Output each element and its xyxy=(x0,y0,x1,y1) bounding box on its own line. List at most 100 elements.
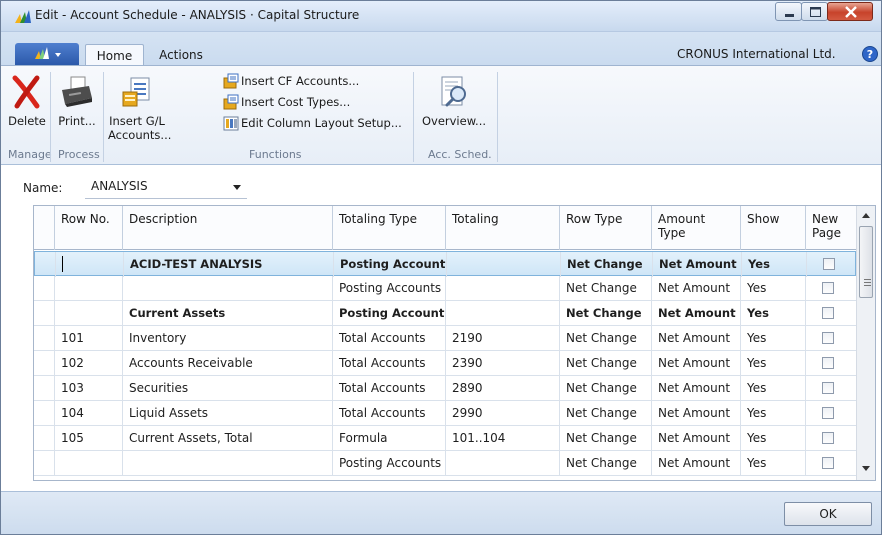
cell-show[interactable]: Yes xyxy=(741,451,806,476)
row-selector[interactable] xyxy=(35,252,56,277)
cell-description[interactable]: Accounts Receivable xyxy=(123,351,333,376)
header-row-no[interactable]: Row No. xyxy=(55,206,123,250)
header-totaling[interactable]: Totaling xyxy=(446,206,560,250)
cell-description[interactable]: Securities xyxy=(123,376,333,401)
cell-row-type[interactable]: Net Change xyxy=(560,426,652,451)
header-show[interactable]: Show xyxy=(741,206,806,250)
cell-show[interactable]: Yes xyxy=(741,376,806,401)
cell-description[interactable]: Current Assets, Total xyxy=(123,426,333,451)
cell-amount-type[interactable]: Net Amount xyxy=(652,376,741,401)
cell-amount-type[interactable]: Net Amount xyxy=(652,276,741,301)
cell-row-type[interactable]: Net Change xyxy=(560,376,652,401)
maximize-button[interactable] xyxy=(801,2,828,21)
table-row[interactable]: 105 Current Assets, Total Formula 101..104 N… xyxy=(34,426,856,451)
cell-show[interactable]: Yes xyxy=(741,326,806,351)
row-selector[interactable] xyxy=(34,351,55,376)
cell-totaling[interactable] xyxy=(446,301,560,326)
header-new-page[interactable]: New Page xyxy=(806,206,856,250)
cell-row-no[interactable]: 101 xyxy=(55,326,123,351)
new-page-checkbox[interactable] xyxy=(822,457,834,469)
application-menu-button[interactable] xyxy=(15,43,79,66)
header-row-type[interactable]: Row Type xyxy=(560,206,652,250)
cell-totaling[interactable] xyxy=(446,451,560,476)
cell-show[interactable]: Yes xyxy=(741,426,806,451)
insert-gl-accounts-button[interactable]: Insert G/L Accounts... xyxy=(108,74,171,142)
cell-totaling-type[interactable]: Total Accounts xyxy=(333,326,446,351)
scrollbar-thumb[interactable] xyxy=(859,226,873,298)
cell-row-no[interactable]: 103 xyxy=(55,376,123,401)
new-page-checkbox[interactable] xyxy=(823,258,835,270)
cell-amount-type[interactable]: Net Amount xyxy=(652,401,741,426)
ok-button[interactable]: OK xyxy=(784,502,872,526)
row-selector[interactable] xyxy=(34,401,55,426)
cell-show[interactable]: Yes xyxy=(741,401,806,426)
cell-totaling-type[interactable]: Posting Accounts xyxy=(333,451,446,476)
cell-totaling[interactable]: 2390 xyxy=(446,351,560,376)
cell-totaling-type[interactable]: Posting Accounts xyxy=(333,301,446,326)
cell-row-type[interactable]: Net Change xyxy=(560,401,652,426)
cell-amount-type[interactable]: Net Amount xyxy=(652,426,741,451)
help-icon[interactable]: ? xyxy=(862,46,878,62)
cell-row-type[interactable]: Net Change xyxy=(560,351,652,376)
cell-totaling-type[interactable]: Total Accounts xyxy=(333,401,446,426)
table-row[interactable]: Posting Accounts Net Change Net Amount Yes xyxy=(34,276,856,301)
cell-totaling[interactable] xyxy=(447,252,561,277)
tab-actions[interactable]: Actions xyxy=(151,44,211,67)
delete-button[interactable]: Delete xyxy=(7,74,47,128)
row-selector[interactable] xyxy=(34,276,55,301)
close-button[interactable] xyxy=(827,2,873,21)
table-row[interactable]: 102 Accounts Receivable Total Accounts 2390… xyxy=(34,351,856,376)
new-page-checkbox[interactable] xyxy=(822,357,834,369)
cell-row-no[interactable]: 104 xyxy=(55,401,123,426)
cell-totaling-type[interactable]: Posting Accounts xyxy=(334,252,447,277)
scroll-down-icon[interactable] xyxy=(862,466,870,471)
name-dropdown[interactable]: ANALYSIS xyxy=(85,175,247,199)
cell-show[interactable]: Yes xyxy=(741,301,806,326)
table-row[interactable]: 103 Securities Total Accounts 2890 Net Chang… xyxy=(34,376,856,401)
edit-column-layout-button[interactable]: Edit Column Layout Setup... xyxy=(223,114,408,132)
cell-description[interactable]: Inventory xyxy=(123,326,333,351)
cell-row-type[interactable]: Net Change xyxy=(560,451,652,476)
cell-amount-type[interactable]: Net Amount xyxy=(652,451,741,476)
header-description[interactable]: Description xyxy=(123,206,333,250)
row-selector[interactable] xyxy=(34,451,55,476)
cell-amount-type[interactable]: Net Amount xyxy=(652,301,741,326)
cell-description[interactable]: Current Assets xyxy=(123,301,333,326)
new-page-checkbox[interactable] xyxy=(822,382,834,394)
cell-totaling[interactable]: 2990 xyxy=(446,401,560,426)
header-amount-type[interactable]: Amount Type xyxy=(652,206,741,250)
table-row[interactable]: Current Assets Posting Accounts Net Change… xyxy=(34,301,856,326)
table-row[interactable]: 101 Inventory Total Accounts 2190 Net Change… xyxy=(34,326,856,351)
row-selector[interactable] xyxy=(34,326,55,351)
cell-amount-type[interactable]: Net Amount xyxy=(652,326,741,351)
cell-show[interactable]: Yes xyxy=(741,276,806,301)
cell-show[interactable]: Yes xyxy=(742,252,807,277)
new-page-checkbox[interactable] xyxy=(822,432,834,444)
row-selector[interactable] xyxy=(34,376,55,401)
overview-button[interactable]: Overview... xyxy=(419,74,489,128)
cell-row-no[interactable]: 105 xyxy=(55,426,123,451)
cell-show[interactable]: Yes xyxy=(741,351,806,376)
cell-row-no[interactable] xyxy=(56,252,124,277)
row-selector[interactable] xyxy=(34,301,55,326)
minimize-button[interactable] xyxy=(775,2,802,21)
vertical-scrollbar[interactable] xyxy=(856,206,875,480)
cell-row-type[interactable]: Net Change xyxy=(560,276,652,301)
cell-row-type[interactable]: Net Change xyxy=(560,326,652,351)
new-page-checkbox[interactable] xyxy=(822,307,834,319)
new-page-checkbox[interactable] xyxy=(822,407,834,419)
print-button[interactable]: Print... xyxy=(55,74,99,128)
cell-row-type[interactable]: Net Change xyxy=(560,301,652,326)
table-row[interactable]: 104 Liquid Assets Total Accounts 2990 Net Ch… xyxy=(34,401,856,426)
cell-description[interactable] xyxy=(123,276,333,301)
tab-home[interactable]: Home xyxy=(85,44,144,67)
cell-row-no[interactable] xyxy=(55,451,123,476)
cell-description[interactable]: ACID-TEST ANALYSIS xyxy=(124,252,334,277)
cell-row-no[interactable] xyxy=(55,276,123,301)
cell-totaling-type[interactable]: Total Accounts xyxy=(333,376,446,401)
cell-description[interactable]: Liquid Assets xyxy=(123,401,333,426)
cell-totaling[interactable]: 2890 xyxy=(446,376,560,401)
cell-description[interactable] xyxy=(123,451,333,476)
new-page-checkbox[interactable] xyxy=(822,282,834,294)
table-row[interactable]: ACID-TEST ANALYSIS Posting Accounts Net Ch… xyxy=(34,251,856,277)
